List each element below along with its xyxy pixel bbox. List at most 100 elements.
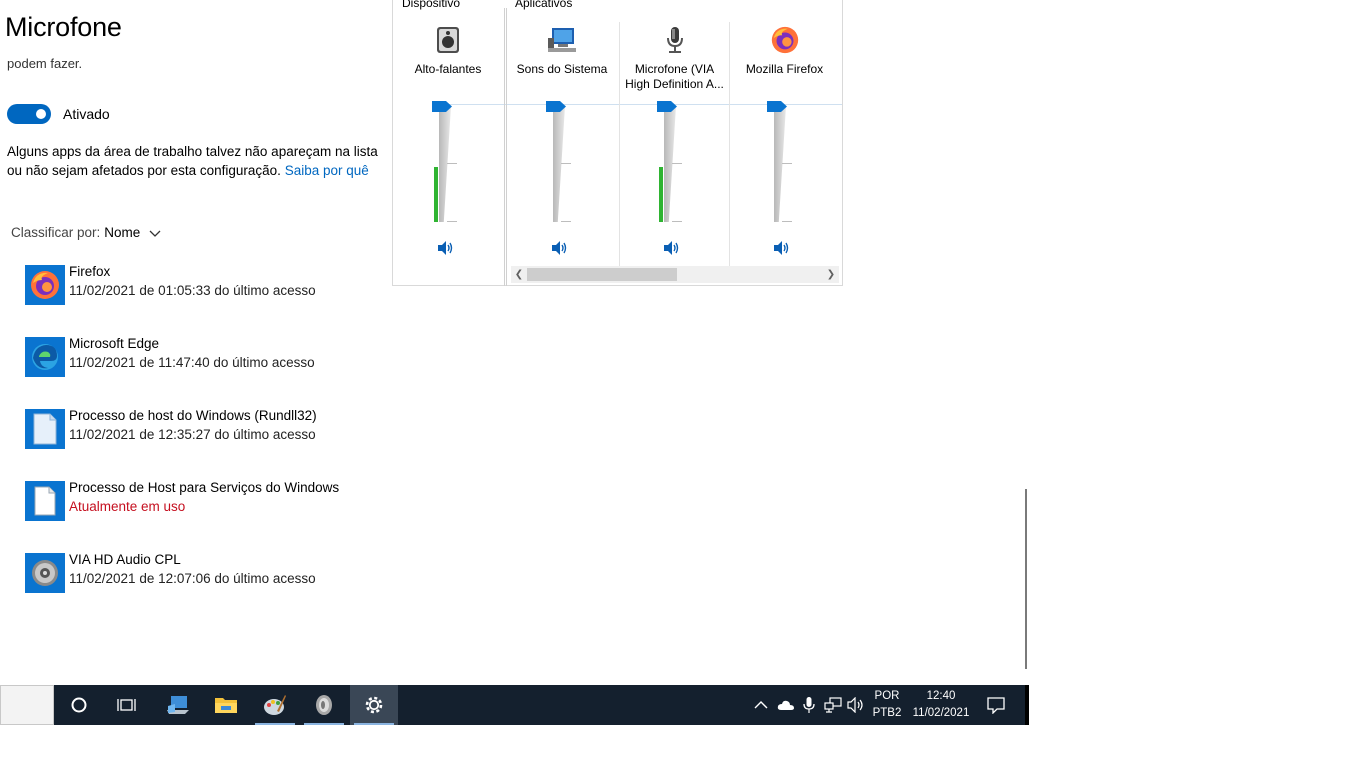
laptop-app-icon (167, 696, 189, 714)
microphone-access-toggle[interactable] (7, 104, 51, 124)
learn-why-link[interactable]: Saiba por quê (285, 163, 369, 178)
slider-tick (447, 163, 457, 164)
microphone-icon (666, 27, 683, 53)
list-item[interactable]: Microsoft Edge 11/02/2021 de 11:47:40 do… (25, 334, 425, 406)
vertical-scrollbar[interactable] (1025, 489, 1027, 669)
show-hidden-icons-button[interactable] (751, 695, 771, 715)
horizontal-scrollbar[interactable]: ❮ ❯ (511, 266, 839, 283)
slider-track (774, 106, 786, 222)
app-name: Microsoft Edge (69, 336, 160, 351)
network-button[interactable] (823, 695, 843, 715)
sort-by-dropdown[interactable]: Classificar por: Nome (11, 225, 162, 240)
app-status: 11/02/2021 de 11:47:40 do último acesso (69, 355, 315, 370)
device-group-label: Dispositivo (402, 0, 461, 10)
microphone-icon (803, 697, 815, 713)
edge-icon (25, 337, 65, 377)
mute-button[interactable] (436, 240, 454, 256)
taskbar-app-settings[interactable] (350, 685, 398, 725)
app-name: Firefox (69, 264, 111, 279)
cortana-button[interactable] (55, 685, 103, 725)
speaker-disc-icon (25, 553, 65, 593)
scroll-right-icon[interactable]: ❯ (823, 266, 839, 283)
slider-tick (561, 221, 571, 222)
desktop-apps-info: Alguns apps da área de trabalho talvez n… (7, 142, 392, 180)
app-name: Processo de Host para Serviços do Window… (69, 480, 340, 495)
speaker-icon (437, 27, 459, 53)
channel-system-sounds: Sons do Sistema (507, 22, 617, 266)
taskbar-app-explorer[interactable] (202, 685, 250, 725)
sort-value: Nome (104, 225, 141, 240)
volume-slider[interactable] (432, 101, 457, 222)
volume-button[interactable] (847, 695, 867, 715)
page-title: Microfone (5, 12, 122, 42)
volume-slider[interactable] (767, 101, 792, 222)
slider-tick (782, 221, 792, 222)
via-audio-icon (316, 695, 332, 715)
app-name: Processo de host do Windows (Rundll32) (69, 408, 317, 423)
mute-button[interactable] (772, 240, 790, 256)
microphone-in-use-button[interactable] (799, 695, 819, 715)
paint-icon (264, 695, 286, 715)
language-code: POR (874, 690, 900, 702)
scrollbar-thumb[interactable] (527, 268, 677, 281)
clock-date: 11/02/2021 (912, 707, 970, 719)
taskbar-search-box[interactable] (0, 685, 54, 725)
channel-label: Alto-falantes (414, 62, 482, 76)
taskbar-app-laptop[interactable] (154, 685, 202, 725)
mute-button[interactable] (550, 240, 568, 256)
slider-tick (672, 221, 682, 222)
clock[interactable]: 12:40 11/02/2021 (906, 688, 976, 722)
mute-button[interactable] (662, 240, 680, 256)
channel-label: Mozilla Firefox (745, 62, 824, 76)
channel-speakers: Alto-falantes (393, 22, 503, 266)
task-view-icon (117, 699, 136, 711)
app-status: Atualmente em uso (69, 499, 186, 514)
system-sounds-icon (548, 28, 576, 52)
taskbar-app-paint[interactable] (251, 685, 299, 725)
slider-tick (561, 163, 571, 164)
task-view-button[interactable] (103, 685, 151, 725)
toggle-label: Ativado (63, 106, 110, 122)
list-item[interactable]: Processo de host do Windows (Rundll32) 1… (25, 406, 425, 478)
settings-gear-icon (365, 696, 383, 714)
slider-track (439, 106, 451, 222)
onedrive-button[interactable] (776, 695, 796, 715)
onedrive-cloud-icon (777, 700, 794, 710)
slider-tick (672, 163, 682, 164)
taskbar: POR PTB2 12:40 11/02/2021 (0, 685, 1029, 725)
list-item[interactable]: VIA HD Audio CPL 11/02/2021 de 12:07:06 … (25, 550, 425, 622)
partial-description: podem fazer. (7, 56, 83, 71)
app-status: 11/02/2021 de 12:35:27 do último acesso (69, 427, 316, 442)
running-indicator (255, 723, 295, 725)
channel-label: Microfone (VIA High Definition A... (625, 62, 724, 91)
running-indicator (304, 723, 344, 725)
speaker-volume-icon (847, 697, 863, 713)
volume-slider[interactable] (657, 101, 682, 222)
channel-firefox: Mozilla Firefox (729, 22, 839, 266)
input-language-indicator[interactable]: POR PTB2 (870, 688, 904, 722)
slider-track (553, 106, 565, 222)
volume-mixer: Dispositivo Aplicativos Alto-falantes So… (392, 0, 843, 286)
peak-meter (659, 167, 663, 222)
network-icon (824, 697, 842, 713)
document-icon (25, 409, 65, 449)
screen: Microfone podem fazer. Ativado Alguns ap… (0, 0, 1366, 768)
app-status: 11/02/2021 de 12:07:06 do último acesso (69, 571, 316, 586)
list-item[interactable]: Processo de Host para Serviços do Window… (25, 478, 425, 550)
volume-slider[interactable] (546, 101, 571, 222)
notification-icon (987, 697, 1005, 714)
show-desktop-button[interactable] (1025, 685, 1029, 725)
taskbar-app-via-audio[interactable] (300, 685, 348, 725)
list-item[interactable]: Firefox 11/02/2021 de 01:05:33 do último… (25, 262, 425, 334)
peak-meter (434, 167, 438, 222)
chevron-down-icon (149, 230, 161, 237)
chevron-up-icon (754, 701, 768, 709)
scroll-left-icon[interactable]: ❮ (511, 266, 527, 283)
firefox-icon (25, 265, 65, 305)
action-center-button[interactable] (986, 695, 1006, 715)
slider-tick (782, 163, 792, 164)
sort-label: Classificar por: (11, 225, 101, 240)
running-indicator (354, 723, 394, 725)
toggle-knob (36, 109, 46, 119)
microphone-access-toggle-row: Ativado (7, 104, 110, 124)
